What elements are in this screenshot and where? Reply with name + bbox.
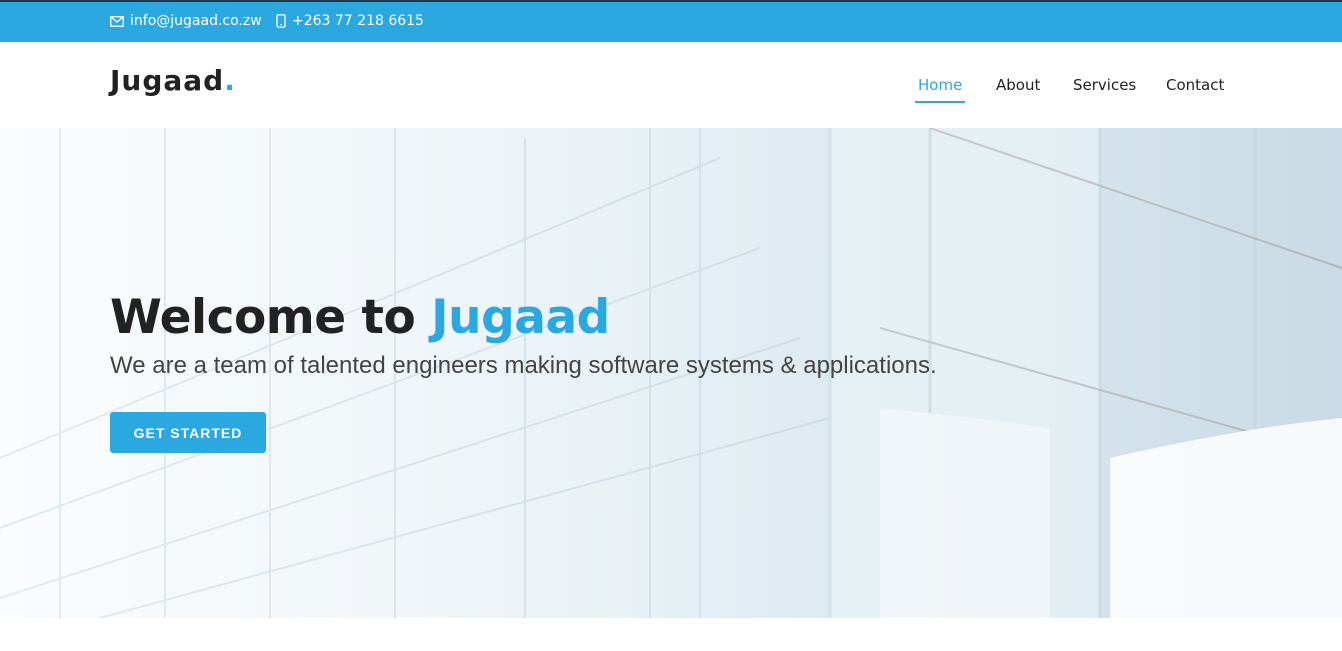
site-header: Jugaad. Home About Services Contact [0,42,1342,128]
hero-section: Welcome to Jugaad We are a team of talen… [0,128,1342,618]
logo-dot: . [224,64,236,97]
mobile-phone-icon [276,14,286,28]
nav-services[interactable]: Services [1073,76,1136,101]
nav-home[interactable]: Home [915,76,966,103]
hero-subtitle: We are a team of talented engineers maki… [110,352,937,379]
top-contact-bar: info@jugaad.co.zw +263 77 218 6615 [0,0,1342,42]
hero-title: Welcome to Jugaad [110,290,610,345]
envelope-icon [110,15,124,27]
logo-text: Jugaad [110,64,225,97]
hero-title-brand: Jugaad [431,290,610,345]
topbar-phone[interactable]: +263 77 218 6615 [276,13,424,29]
nav-about[interactable]: About [996,76,1040,101]
hero-title-prefix: Welcome to [110,290,432,345]
email-text: info@jugaad.co.zw [130,13,262,29]
nav-contact[interactable]: Contact [1166,76,1224,101]
phone-text: +263 77 218 6615 [292,13,424,29]
site-logo[interactable]: Jugaad. [110,64,236,97]
get-started-button[interactable]: GET STARTED [110,412,266,453]
topbar-email[interactable]: info@jugaad.co.zw [110,13,262,29]
